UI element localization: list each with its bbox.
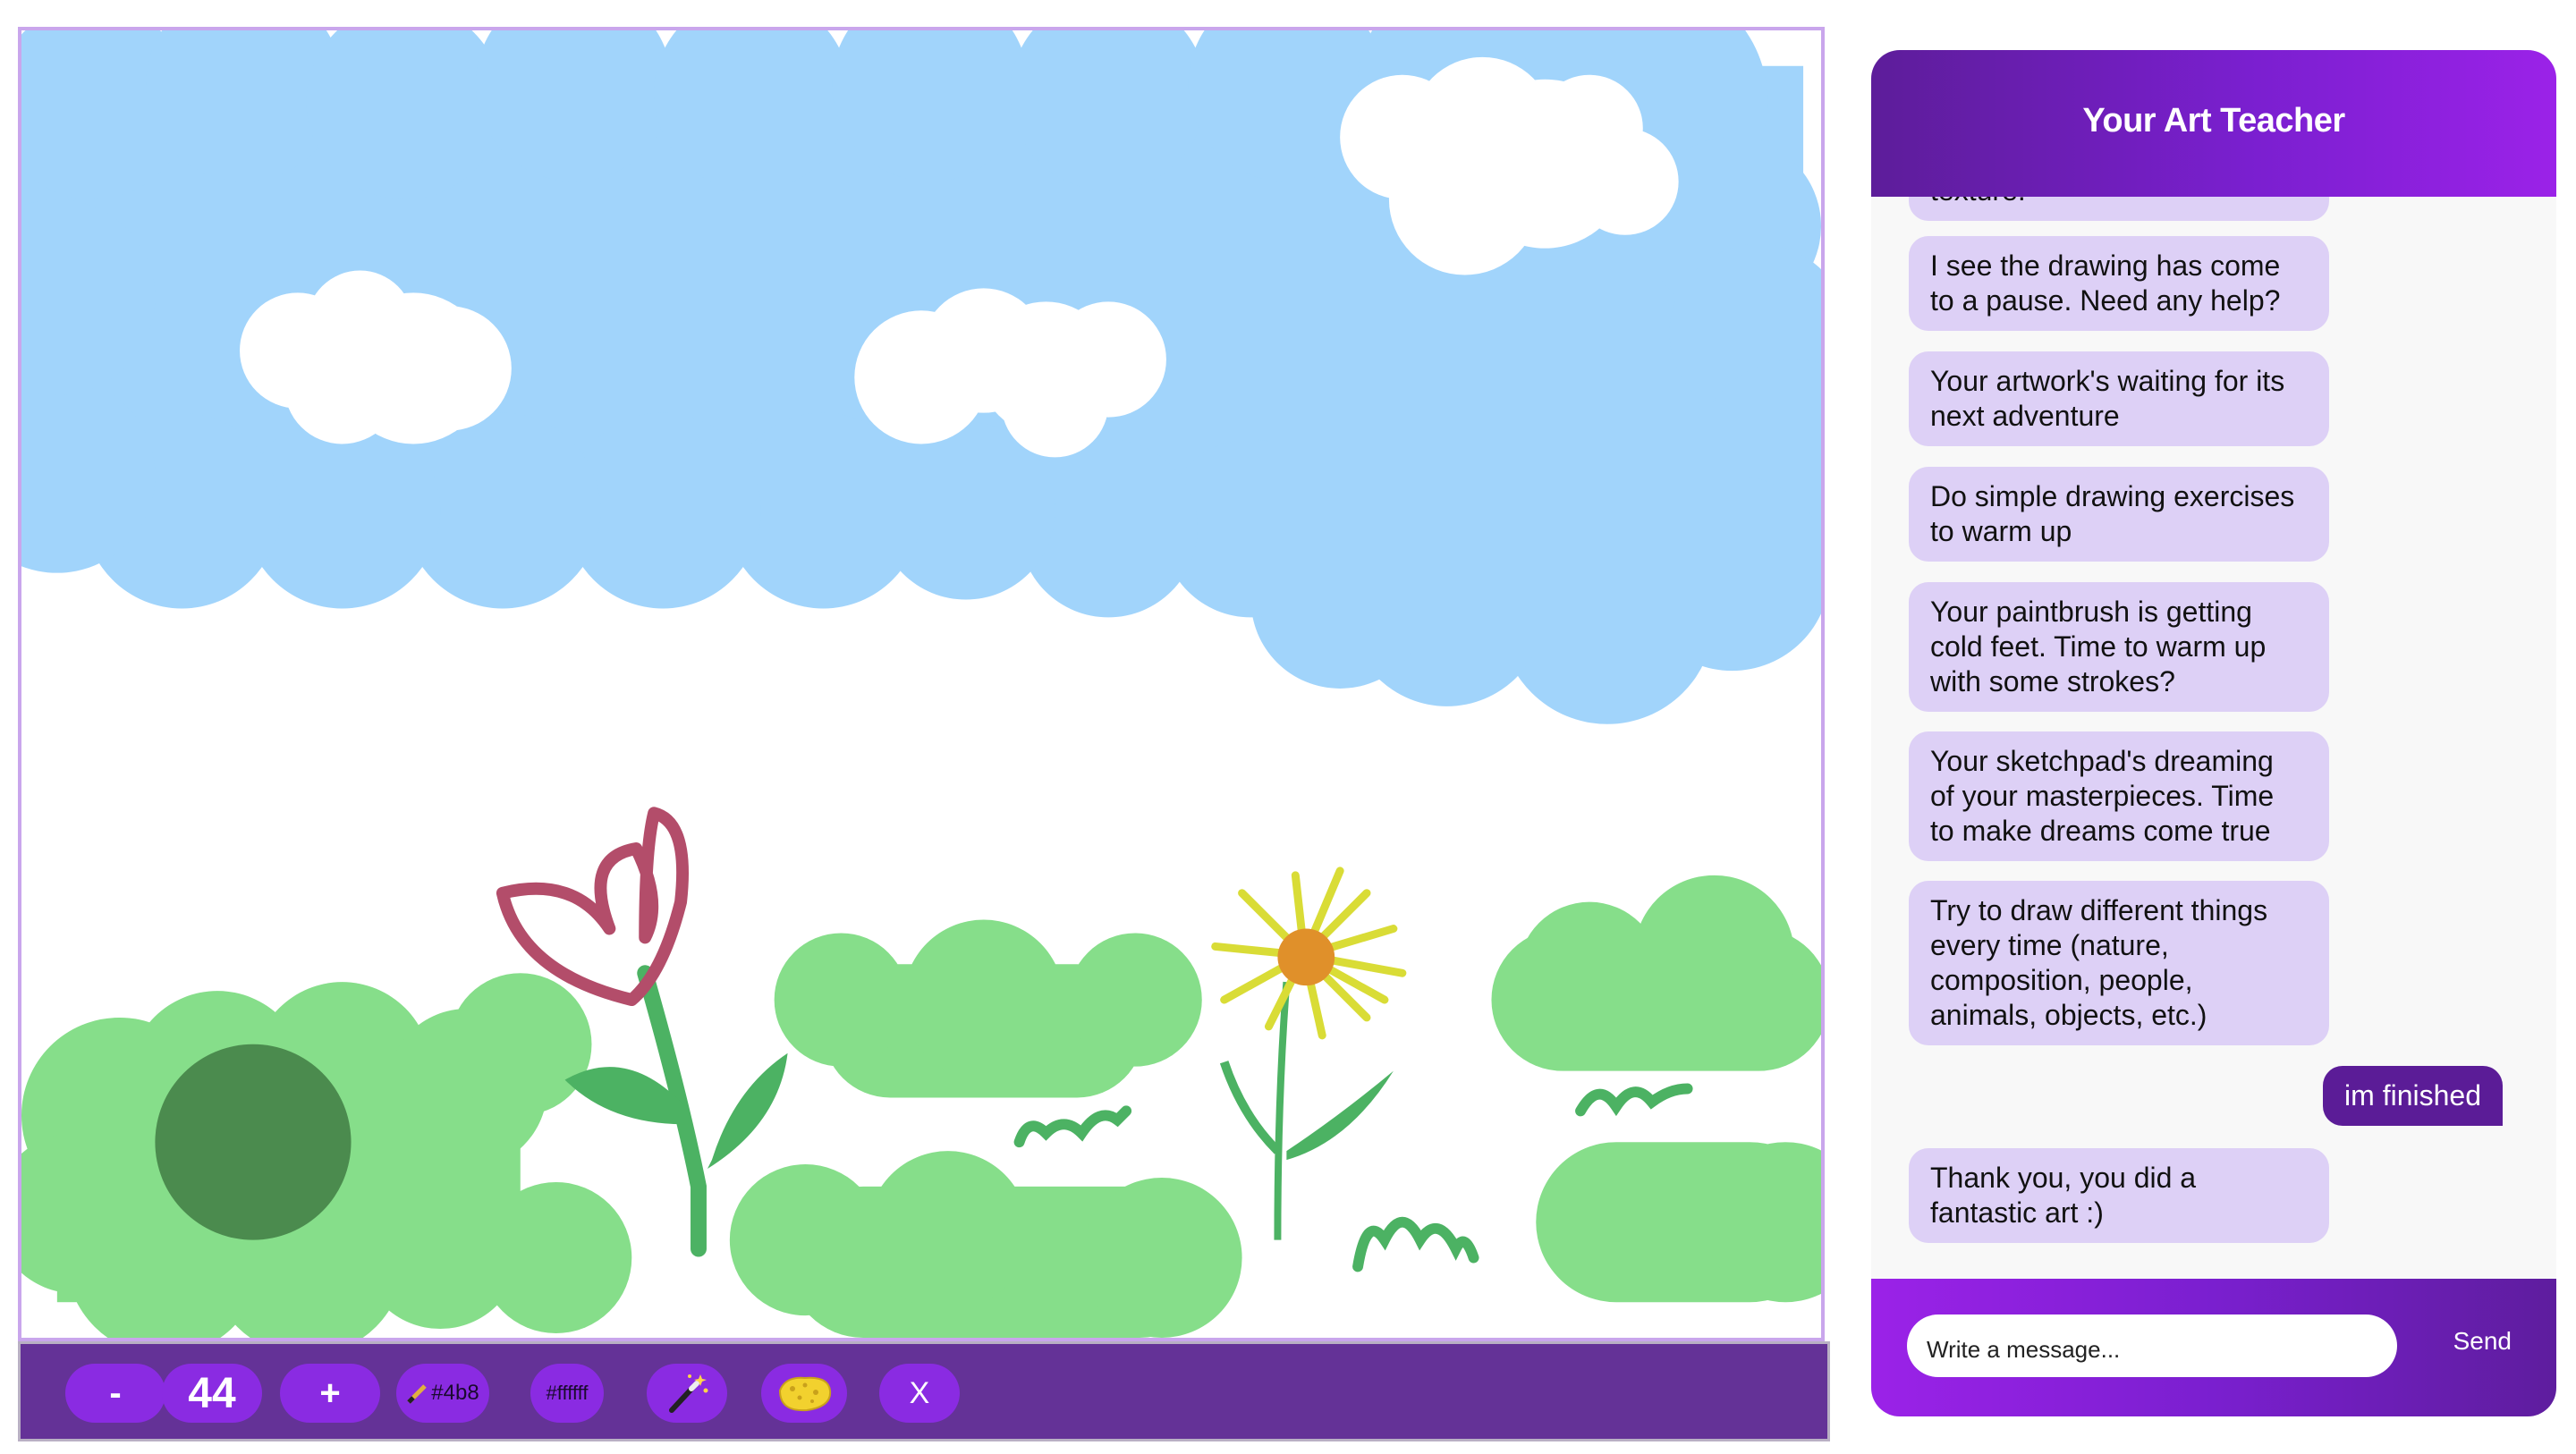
drawing-canvas[interactable] (18, 27, 1825, 1341)
background-color-button[interactable]: #ffffff (530, 1364, 604, 1423)
sunflower (1211, 866, 1407, 1240)
sponge-button[interactable] (761, 1364, 847, 1423)
chat-message-partial: texture. (1909, 197, 2329, 221)
pencil-icon (407, 1384, 428, 1404)
chat-input-bar: Send (1871, 1279, 2556, 1416)
chat-title: Your Art Teacher (2082, 102, 2345, 139)
chat-message: I see the drawing has come to a pause. N… (1909, 236, 2329, 331)
chat-message: Thank you, you did a fantastic art :) (1909, 1148, 2329, 1243)
chat-message: Your artwork's waiting for its next adve… (1909, 351, 2329, 446)
background-color-label: #ffffff (546, 1382, 589, 1404)
drawing-toolbar: - 44 + #4b8 #ffffff X (18, 1341, 1830, 1441)
send-button[interactable]: Send (2453, 1327, 2512, 1356)
chat-message: Your paintbrush is getting cold feet. Ti… (1909, 582, 2329, 712)
dark-bush (155, 1044, 352, 1240)
brush-size-value: 44 (188, 1369, 236, 1417)
clear-label: X (909, 1375, 930, 1410)
increase-label: + (319, 1373, 341, 1413)
magic-wand-icon (669, 1374, 708, 1413)
brush-color-label: #4b8 (431, 1381, 479, 1405)
clear-canvas-button[interactable]: X (879, 1364, 960, 1423)
message-input[interactable] (1907, 1315, 2397, 1377)
chat-message: Try to draw different things every time … (1909, 881, 2329, 1045)
increase-brush-button[interactable]: + (280, 1364, 380, 1423)
message-list[interactable]: texture. I see the drawing has come to a… (1871, 197, 2556, 1329)
sponge-icon (778, 1376, 832, 1412)
brush-size-display: 44 (162, 1364, 262, 1423)
canvas-artwork[interactable] (21, 30, 1821, 1338)
magic-wand-button[interactable] (647, 1364, 727, 1423)
user-message: im finished (2323, 1066, 2503, 1126)
decrease-brush-button[interactable]: - (65, 1364, 165, 1423)
chat-header: Your Art Teacher (1871, 50, 2556, 197)
decrease-label: - (109, 1373, 122, 1413)
chat-message: Do simple drawing exercises to warm up (1909, 467, 2329, 562)
chat-panel: Your Art Teacher texture. I see the draw… (1871, 50, 2556, 1416)
brush-color-button[interactable]: #4b8 (396, 1364, 489, 1423)
chat-message: Your sketchpad's dreaming of your master… (1909, 731, 2329, 861)
